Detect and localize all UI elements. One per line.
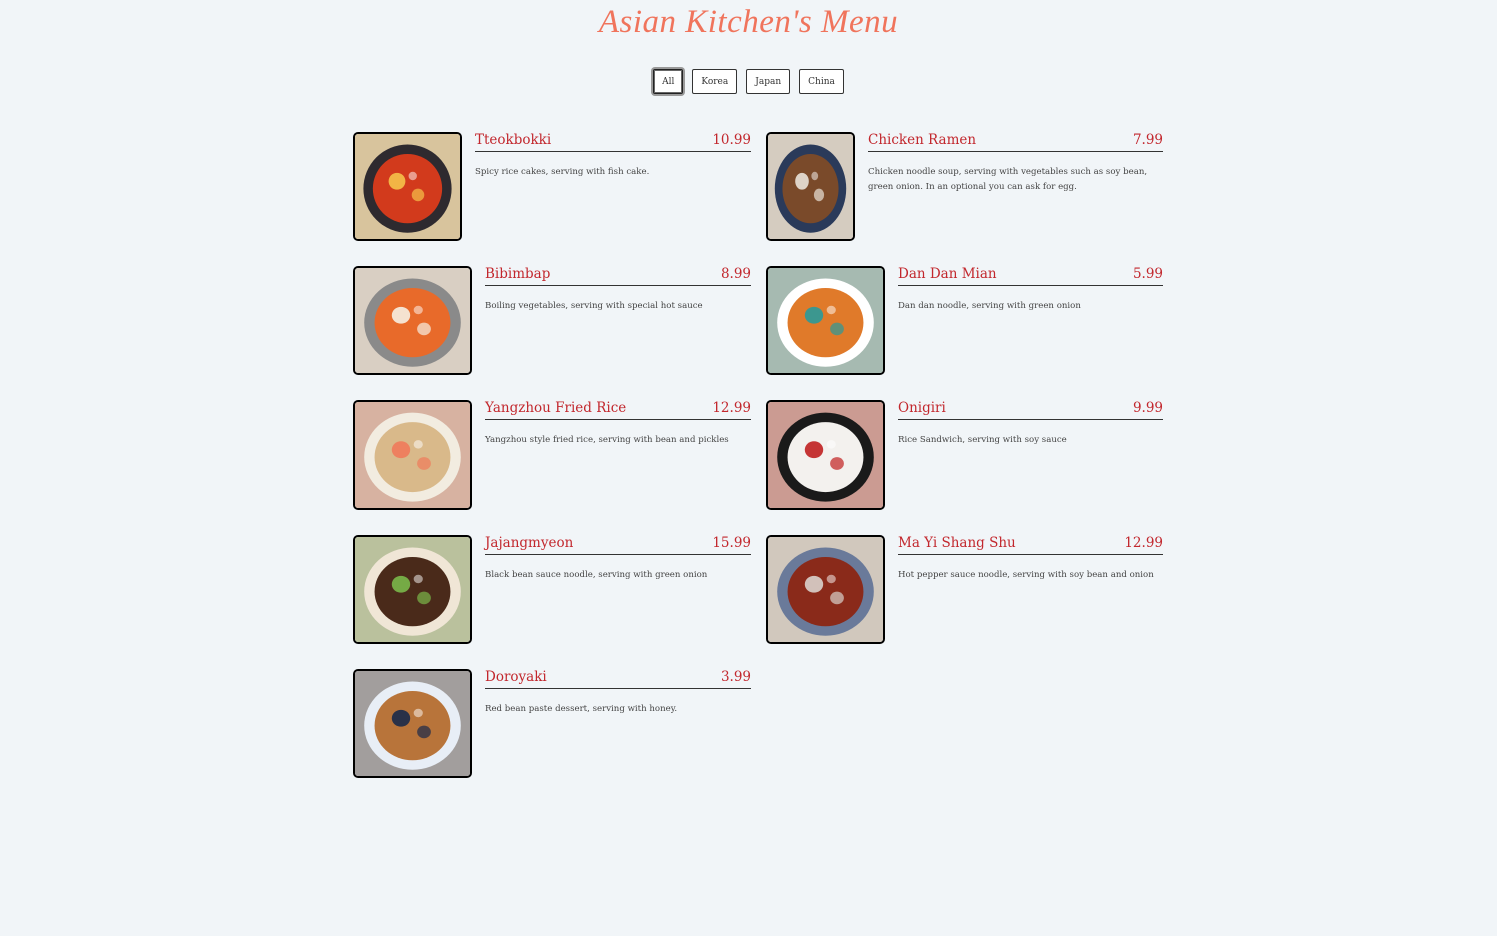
tteokbokki-photo [353,132,462,241]
menu-item-price: 9.99 [1132,400,1163,416]
menu-item-header: Yangzhou Fried Rice 12.99 [485,400,751,420]
onigiri-photo [766,400,885,510]
jajangmyeon-photo [353,535,472,644]
menu-item-name: Onigiri [898,400,946,416]
menu-item-info: Yangzhou Fried Rice 12.99 Yangzhou style f… [485,400,751,448]
menu-item-name: Chicken Ramen [868,132,977,148]
bibimbap-photo [353,266,472,375]
page-title: Asian Kitchen's Menu [598,4,899,40]
menu-item-price: 3.99 [720,669,751,685]
dandanmian-photo [766,266,885,375]
menu-item-header: Doroyaki 3.99 [485,669,751,689]
menu-item-info: Jajangmyeon 15.99 Black bean sauce noodle,… [485,535,751,583]
menu-item-name: Dan Dan Mian [898,266,997,282]
menu-item-price: 7.99 [1132,132,1163,148]
fried-rice-photo [353,400,472,510]
ramen-photo [766,132,855,241]
menu-item-header: Bibimbap 8.99 [485,266,751,286]
menu-item-price: 12.99 [1124,535,1163,551]
menu-item-header: Jajangmyeon 15.99 [485,535,751,555]
menu-item-info: Dan Dan Mian 5.99 Dan dan noodle, serving … [898,266,1163,314]
filter-japan-button[interactable]: Japan [746,69,791,94]
menu-item-price: 10.99 [712,132,751,148]
menu-item-header: Tteokbokki 10.99 [475,132,751,152]
menu-item-info: Onigiri 9.99 Rice Sandwich, serving with s… [898,400,1163,448]
menu-item-name: Jajangmyeon [485,535,574,551]
menu-item-price: 8.99 [720,266,751,282]
menu-item-name: Yangzhou Fried Rice [485,400,627,416]
menu-item-header: Dan Dan Mian 5.99 [898,266,1163,286]
menu-item-name: Doroyaki [485,669,547,685]
menu-item-name: Ma Yi Shang Shu [898,535,1016,551]
menu-item-price: 5.99 [1132,266,1163,282]
menu-item-name: Tteokbokki [475,132,552,148]
menu-item-description: Rice Sandwich, serving with soy sauce [898,435,1067,445]
menu-item-info: Doroyaki 3.99 Red bean paste dessert, serv… [485,669,751,717]
menu-item-header: Chicken Ramen 7.99 [868,132,1163,152]
menu-item-description: Yangzhou style fried rice, serving with … [485,435,729,445]
filter-korea-button[interactable]: Korea [692,69,738,94]
menu-item-description: Black bean sauce noodle, serving with gr… [485,570,708,580]
menu-item-description: Chicken noodle soup, serving with vegeta… [868,167,1148,192]
menu-item-description: Dan dan noodle, serving with green onion [898,301,1081,311]
menu-item-info: Chicken Ramen 7.99 Chicken noodle soup, se… [868,132,1163,195]
menu-item-price: 12.99 [712,400,751,416]
menu-item-info: Bibimbap 8.99 Boiling vegetables, serving … [485,266,751,314]
menu-item-description: Hot pepper sauce noodle, serving with so… [898,570,1154,580]
menu-item-description: Boiling vegetables, serving with special… [485,301,703,311]
menu-item-name: Bibimbap [485,266,551,282]
filter-all-button[interactable]: All [653,69,684,94]
menu-item-info: Tteokbokki 10.99 Spicy rice cakes, serving… [475,132,751,180]
mayishangshu-photo [766,535,885,644]
category-filter-bar: All Korea Japan China [0,69,1497,94]
menu-item-description: Spicy rice cakes, serving with fish cake… [475,167,650,177]
menu-item-header: Ma Yi Shang Shu 12.99 [898,535,1163,555]
dorayaki-photo [353,669,472,778]
menu-item-info: Ma Yi Shang Shu 12.99 Hot pepper sauce noo… [898,535,1163,583]
menu-item-description: Red bean paste dessert, serving with hon… [485,704,678,714]
menu-item-price: 15.99 [712,535,751,551]
menu-item-header: Onigiri 9.99 [898,400,1163,420]
filter-china-button[interactable]: China [799,69,844,94]
